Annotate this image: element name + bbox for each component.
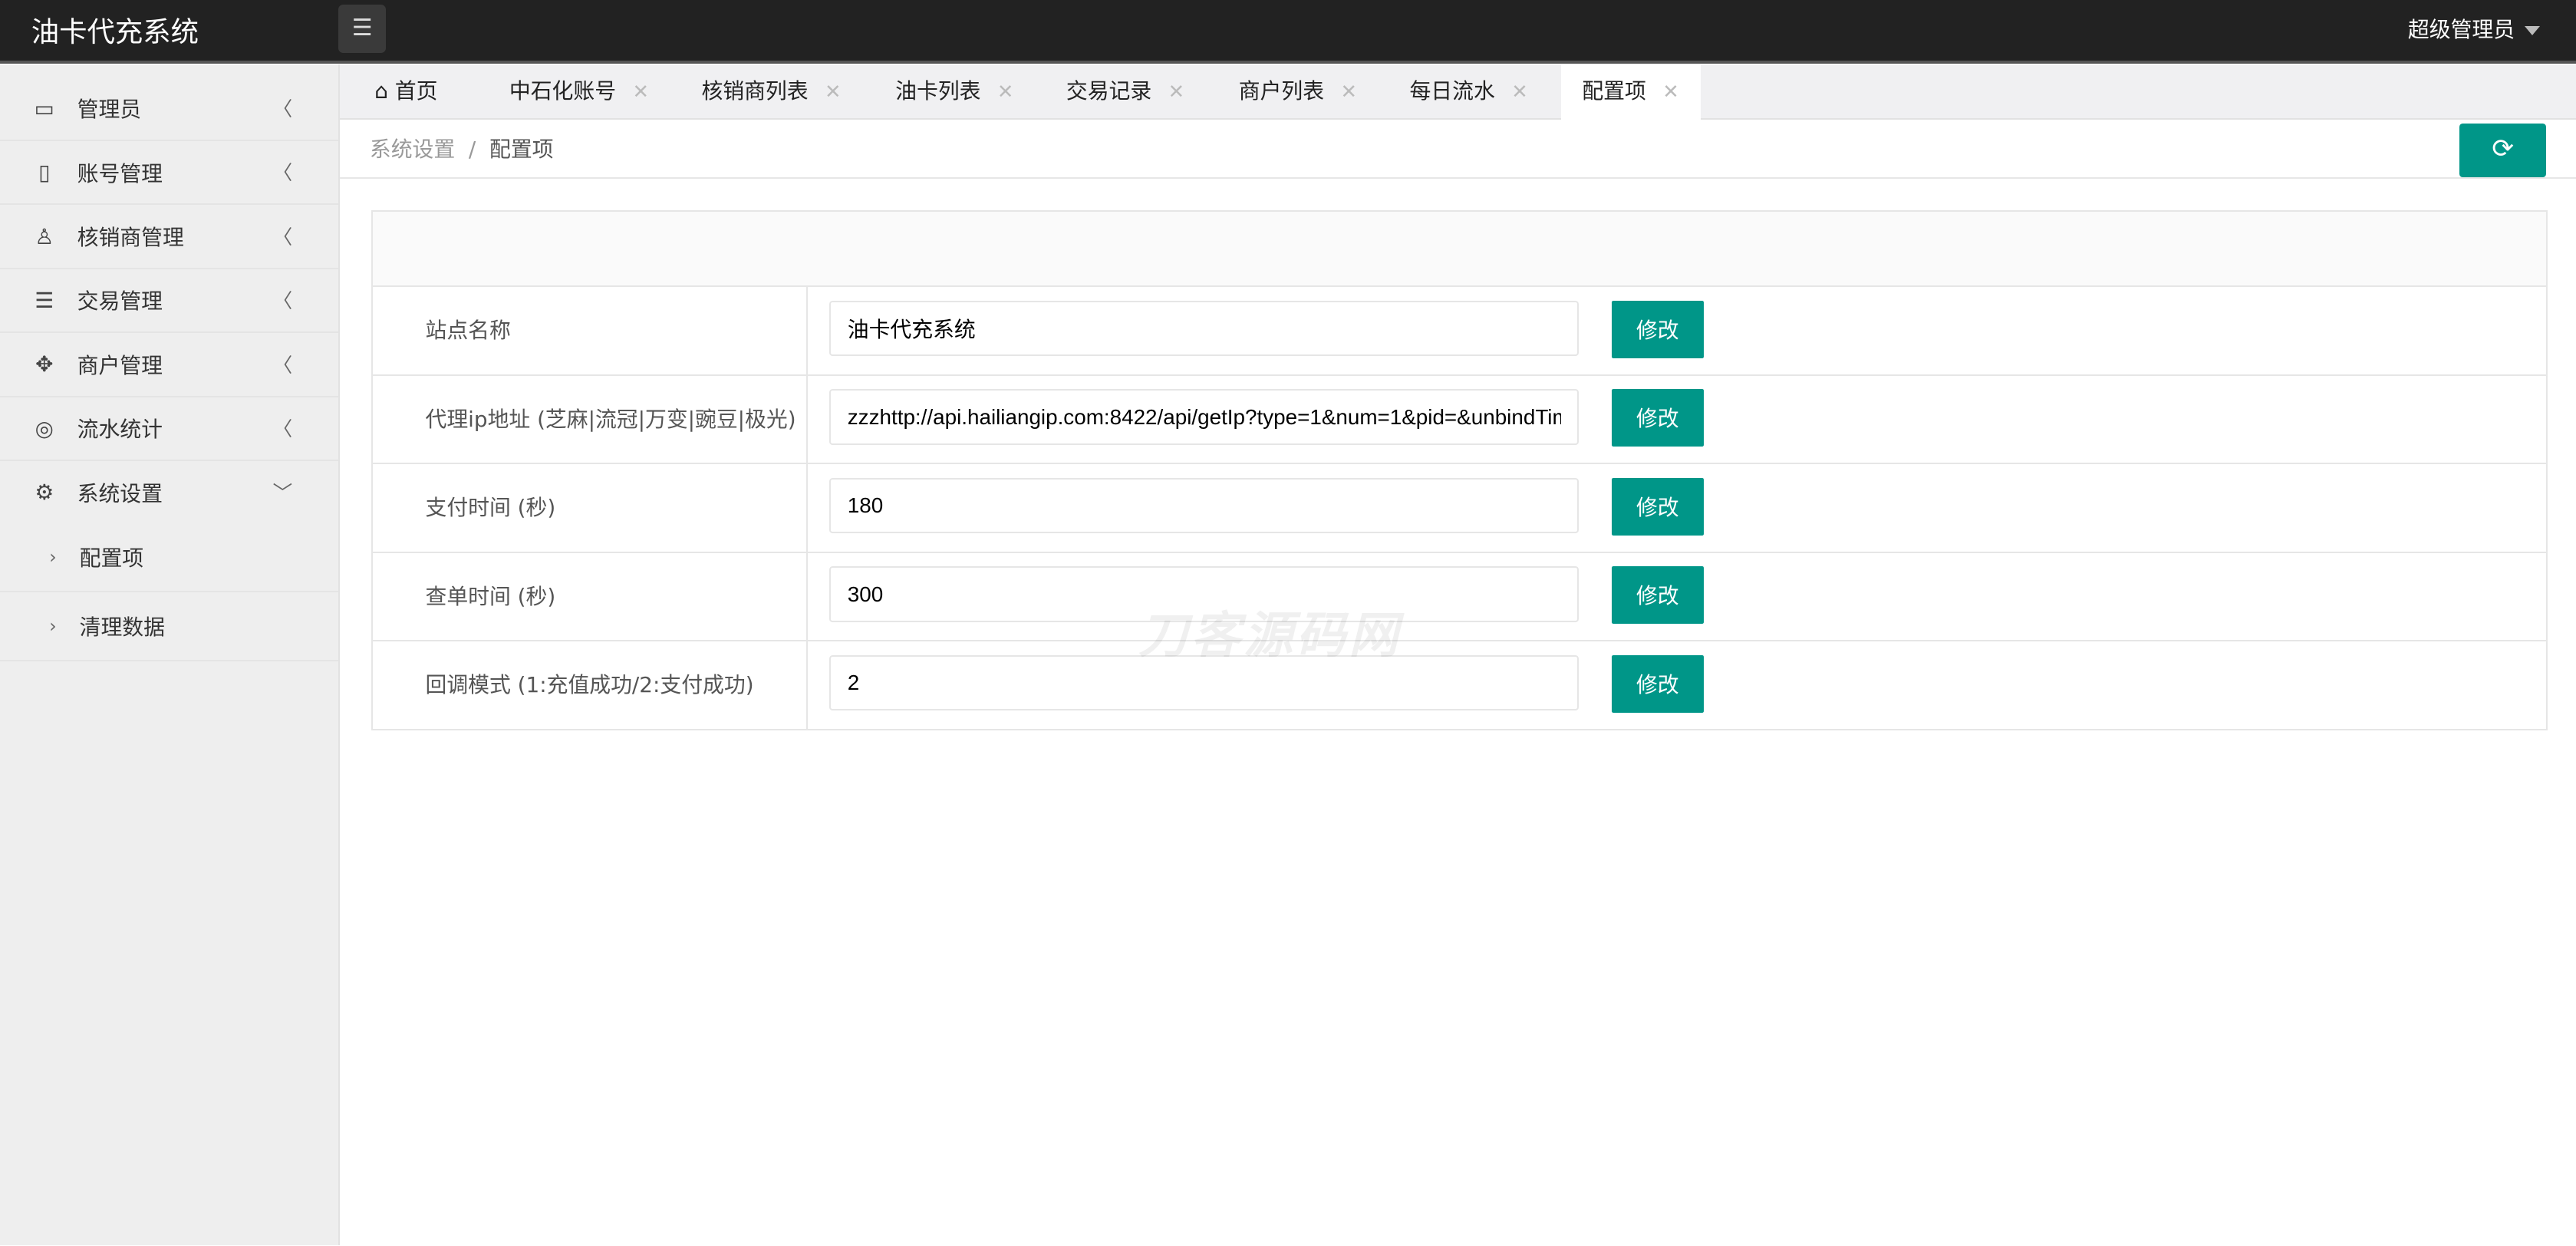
sidebar-item-statistics[interactable]: ◎ 流水统计 〈	[0, 397, 339, 461]
sidebar-item-label: 交易管理	[77, 288, 163, 315]
tab-daily-flow[interactable]: 每日流水 ✕	[1409, 64, 1527, 119]
tab-label: 核销商列表	[701, 77, 809, 104]
row-label: 站点名称	[373, 287, 809, 374]
tab-bar: ⌂ 首页 中石化账号 ✕ 核销商列表 ✕ 油卡列表 ✕ 交易记录 ✕ 商户列表 ✕ 每日流…	[340, 64, 2576, 120]
tab-merchant-list[interactable]: 商户列表 ✕	[1239, 64, 1357, 119]
database-icon: ☰	[35, 287, 54, 313]
caret-down-icon	[2524, 26, 2540, 35]
sidebar-subitem-label: 清理数据	[79, 614, 165, 640]
clock-icon: ◎	[35, 415, 54, 441]
table-row: 支付时间 (秒) 修改	[373, 464, 2547, 553]
table-row: 回调模式 (1:充值成功/2:支付成功) 修改	[373, 641, 2546, 729]
watermark: 刀客源码网	[1138, 607, 1402, 665]
modify-button[interactable]: 修改	[1611, 477, 1704, 536]
user-menu[interactable]: 超级管理员	[2408, 13, 2540, 44]
sidebar-item-merchants[interactable]: ✥ 商户管理 〈	[0, 333, 339, 397]
sidebar-subitem-label: 配置项	[79, 546, 144, 572]
tab-label: 首页	[394, 77, 438, 104]
menu-toggle-icon[interactable]: ☰	[338, 5, 387, 53]
sidebar-item-label: 系统设置	[77, 480, 163, 506]
chevron-left-icon: 〈	[272, 290, 293, 314]
sidebar-item-settings[interactable]: ⚙ 系统设置 ﹀	[0, 461, 338, 523]
sidebar-item-transactions[interactable]: ☰ 交易管理 〈	[0, 269, 339, 334]
close-icon[interactable]: ✕	[1340, 81, 1357, 104]
user-name: 超级管理员	[2407, 17, 2515, 43]
chevron-right-icon: ›	[49, 546, 57, 569]
close-icon[interactable]: ✕	[825, 81, 842, 104]
modify-button[interactable]: 修改	[1611, 300, 1704, 358]
chevron-left-icon: 〈	[272, 226, 293, 249]
close-icon[interactable]: ✕	[632, 81, 649, 104]
tab-home[interactable]: ⌂ 首页	[374, 64, 437, 119]
table-row: 站点名称 修改	[373, 287, 2547, 376]
config-table: 站点名称修改 代理ip地址 (芝麻|流冠|万变|豌豆|极光)修改 支付时间 (秒…	[371, 210, 2548, 730]
chevron-left-icon: 〈	[272, 354, 293, 377]
breadcrumb-separator: /	[468, 137, 476, 163]
tab-label: 每日流水	[1409, 77, 1495, 104]
table-row: 代理ip地址 (芝麻|流冠|万变|豌豆|极光) 修改	[373, 375, 2547, 465]
table-header	[373, 212, 2547, 288]
sidebar-item-accounts[interactable]: ▯ 账号管理 〈	[0, 141, 339, 206]
sidebar-item-admin[interactable]: ▭ 管理员 〈	[0, 77, 339, 142]
modify-button[interactable]: 修改	[1611, 566, 1704, 625]
tab-label: 商户列表	[1238, 77, 1325, 104]
pay-time-input[interactable]	[829, 477, 1579, 534]
row-label: 代理ip地址 (芝麻|流冠|万变|豌豆|极光)	[373, 375, 809, 463]
close-icon[interactable]: ✕	[997, 81, 1014, 104]
row-label: 回调模式 (1:充值成功/2:支付成功)	[373, 641, 809, 729]
sidebar-subitem-config[interactable]: › 配置项	[0, 523, 338, 591]
sidebar-item-label: 账号管理	[77, 160, 163, 186]
sidebar-item-label: 流水统计	[77, 417, 163, 443]
sidebar-item-label: 商户管理	[77, 352, 163, 378]
refresh-icon: ⟳	[2492, 133, 2515, 164]
site-name-input[interactable]	[829, 300, 1579, 357]
user-icon: ♙	[35, 223, 54, 249]
tab-label: 交易记录	[1066, 77, 1152, 104]
tab-card-list[interactable]: 油卡列表 ✕	[895, 64, 1013, 119]
tab-label: 油卡列表	[895, 77, 981, 104]
phone-icon: ▯	[38, 160, 51, 186]
close-icon[interactable]: ✕	[1168, 81, 1185, 104]
tab-sinopec-accounts[interactable]: 中石化账号 ✕	[509, 64, 649, 119]
app-title: 油卡代充系统	[31, 15, 199, 48]
divider	[340, 177, 2576, 180]
sidebar: ▭ 管理员〈 ▯ 账号管理〈 ♙ 核销商管理〈 ☰ 交易管理〈 ✥ 商户管理〈 ◎ 流水统计…	[0, 64, 341, 1246]
tab-label: 配置项	[1582, 77, 1646, 104]
breadcrumb: 系统设置 / 配置项	[370, 133, 554, 163]
table-row: 查单时间 (秒) 修改	[373, 552, 2547, 642]
refresh-button[interactable]: ⟳	[2459, 123, 2547, 178]
tab-label: 中石化账号	[509, 77, 617, 104]
modify-button[interactable]: 修改	[1611, 389, 1704, 447]
home-icon: ⌂	[374, 77, 388, 104]
gear-icon: ⚙	[35, 480, 54, 506]
breadcrumb-current: 配置项	[489, 137, 554, 163]
sidebar-item-label: 管理员	[77, 97, 142, 123]
close-icon[interactable]: ✕	[1662, 81, 1679, 104]
id-card-icon: ▭	[34, 95, 54, 121]
tab-transactions[interactable]: 交易记录 ✕	[1066, 64, 1184, 119]
row-label: 查单时间 (秒)	[373, 552, 809, 641]
handshake-icon: ✥	[35, 351, 54, 377]
top-header: 油卡代充系统 ☰ 超级管理员	[0, 0, 2576, 64]
sidebar-item-verifiers[interactable]: ♙ 核销商管理 〈	[0, 205, 339, 269]
chevron-left-icon: 〈	[272, 162, 293, 186]
proxy-ip-input[interactable]	[829, 389, 1579, 445]
chevron-right-icon: ›	[49, 615, 57, 637]
tab-verifier-list[interactable]: 核销商列表 ✕	[701, 64, 841, 119]
close-icon[interactable]: ✕	[1511, 81, 1528, 104]
chevron-left-icon: 〈	[272, 417, 293, 441]
sidebar-item-label: 核销商管理	[77, 225, 184, 251]
tab-config[interactable]: 配置项 ✕	[1560, 64, 1701, 120]
breadcrumb-parent[interactable]: 系统设置	[370, 137, 455, 162]
row-label: 支付时间 (秒)	[373, 464, 809, 552]
chevron-down-icon: ﹀	[272, 482, 293, 506]
modify-button[interactable]: 修改	[1611, 654, 1704, 713]
sidebar-subitem-clear-data[interactable]: › 清理数据	[0, 591, 339, 661]
chevron-left-icon: 〈	[272, 98, 293, 122]
